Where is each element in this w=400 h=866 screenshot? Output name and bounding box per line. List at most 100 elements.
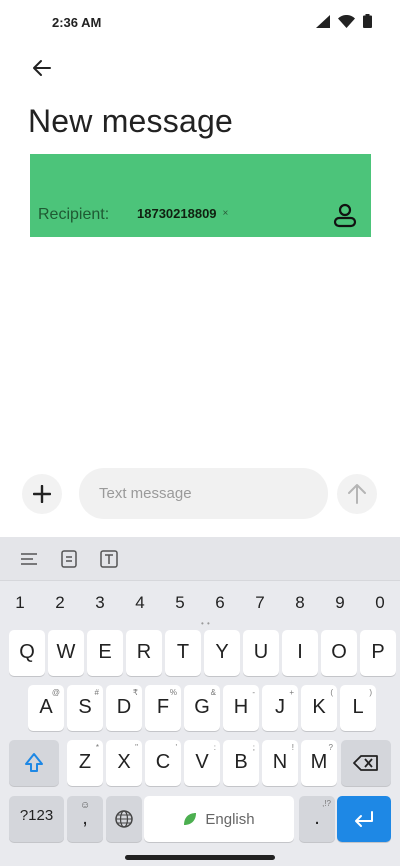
key-j-hint: + [289,688,294,697]
key-x-label: X [117,751,131,773]
language-key[interactable] [106,796,142,842]
key-d-hint: ₹ [132,688,138,697]
key-4[interactable]: 4 [120,589,160,617]
key-z-hint: * [95,743,99,752]
key-p[interactable]: P [360,630,396,676]
message-input[interactable] [79,468,328,519]
key-m[interactable]: M? [301,740,337,786]
status-time: 2:36 AM [52,15,102,30]
key-c[interactable]: C ' [145,740,181,786]
key-l-hint: ) [369,688,372,697]
keyboard-toolbar [0,537,400,581]
back-button[interactable] [26,52,58,84]
key-o[interactable]: O [321,630,357,676]
key-v[interactable]: V: [184,740,220,786]
key-n-label: N [272,751,288,773]
key-r[interactable]: R [126,630,162,676]
key-j-label: J [275,696,285,718]
key-p-label: P [371,641,385,663]
recipient-field[interactable]: Recipient: 18730218809 × [30,154,371,237]
key-s-hint: # [94,688,99,697]
emoji-icon: ☺ [80,800,91,811]
swipe-indicator: • [207,619,210,628]
number-row: 1234567890 [0,589,400,617]
key-e[interactable]: E [87,630,123,676]
key-x[interactable]: X " [106,740,142,786]
key-k-hint: ( [330,688,333,697]
key-i[interactable]: I [282,630,318,676]
key-v-hint: : [213,743,216,752]
key-9[interactable]: 9 [320,589,360,617]
key-8[interactable]: 8 [280,589,320,617]
key-z[interactable]: Z * [67,740,103,786]
key-w[interactable]: W [48,630,84,676]
key-2[interactable]: 2 [40,589,80,617]
key-a[interactable]: A @ [28,685,64,731]
key-7[interactable]: 7 [240,589,280,617]
recipient-label: Recipient: [38,206,110,223]
backspace-key[interactable] [341,740,391,786]
chip-remove-icon[interactable]: × [223,208,229,219]
enter-key[interactable] [337,796,391,842]
key-y[interactable]: Y [204,630,240,676]
space-key[interactable]: English [144,796,294,842]
key-s[interactable]: S # [67,685,103,731]
period-key[interactable]: .,!? [299,796,335,842]
key-g[interactable]: G & [184,685,220,731]
key-k[interactable]: K( [301,685,337,731]
clipboard-icon[interactable] [59,549,79,569]
page-title: New message [28,103,233,139]
key-6[interactable]: 6 [200,589,240,617]
key-z-label: Z [78,751,92,773]
key-l-label: L [352,696,364,718]
key-n-hint: ! [291,743,294,752]
globe-icon [115,810,133,828]
key-u-label: U [253,641,269,663]
key-h[interactable]: H- [223,685,259,731]
battery-icon [363,14,372,28]
key-r-label: R [136,641,152,663]
key-3[interactable]: 3 [80,589,120,617]
recipient-chip-number: 18730218809 [137,205,217,221]
shift-key[interactable] [9,740,59,786]
add-attachment-button[interactable] [22,474,62,514]
key-s-label: S [78,696,92,718]
key-b-label: B [234,751,248,773]
text-box-icon[interactable] [99,549,119,569]
key-g-label: G [194,696,210,718]
key-f-hint: % [169,688,177,697]
enter-icon [355,811,373,827]
key-d-label: D [116,696,132,718]
key-k-label: K [312,696,326,718]
key-l[interactable]: L) [340,685,376,731]
key-i-label: I [297,641,303,663]
key-w-label: W [56,641,76,663]
key-f[interactable]: F% [145,685,181,731]
key-u[interactable]: U [243,630,279,676]
key-q[interactable]: Q [9,630,45,676]
comma-key[interactable]: , ☺ [67,796,103,842]
contact-picker-button[interactable] [333,202,357,228]
symbols-key[interactable]: ?123 [9,796,64,842]
key-f-label: F [156,696,170,718]
key-5[interactable]: 5 [160,589,200,617]
key-v-label: V [195,751,209,773]
list-icon[interactable] [19,549,39,569]
key-x-hint: " [135,743,138,752]
recipient-chip[interactable]: 18730218809 × [130,202,235,224]
key-1[interactable]: 1 [0,589,40,617]
signal-icon [316,14,330,28]
key-j[interactable]: J + [262,685,298,731]
symbols-key-label: ?123 [19,807,54,824]
leaf-icon [184,813,197,825]
key-t-label: T [176,641,190,663]
key-e-label: E [98,641,112,663]
key-b-hint: ; [252,743,255,752]
send-button[interactable] [337,474,377,514]
key-n[interactable]: N! [262,740,298,786]
key-0[interactable]: 0 [360,589,400,617]
key-d[interactable]: D ₹ [106,685,142,731]
key-t[interactable]: T [165,630,201,676]
shift-icon [25,753,43,772]
key-b[interactable]: B; [223,740,259,786]
